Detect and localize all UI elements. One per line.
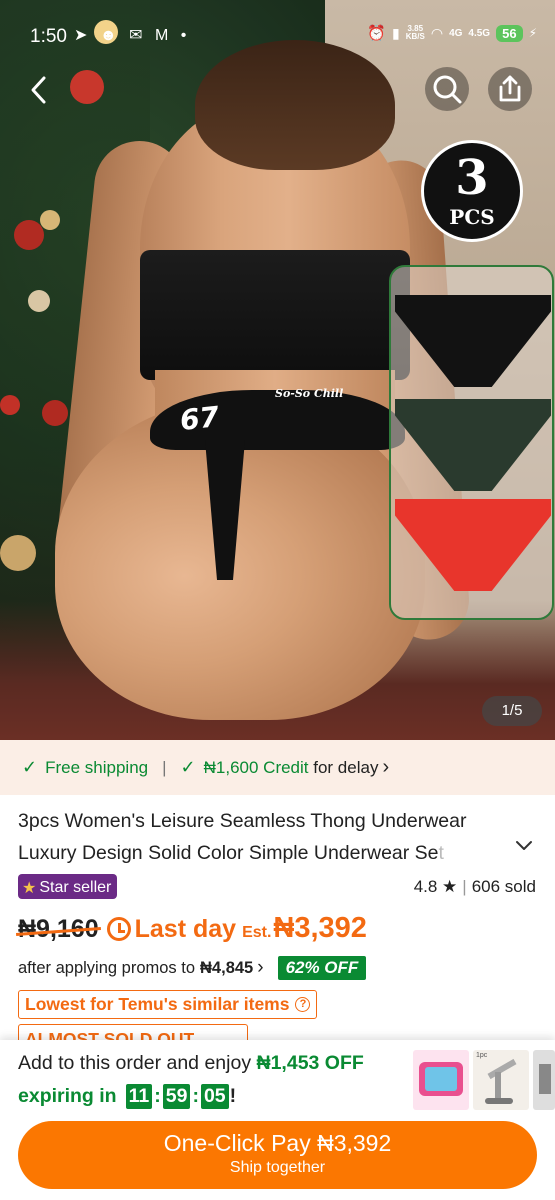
- battery-indicator: 56: [496, 24, 523, 42]
- divider: |: [162, 757, 167, 777]
- notification-icons: ➤ ☻ ✉ M •: [74, 27, 191, 44]
- share-button[interactable]: [488, 67, 532, 111]
- chevron-right-icon: ›: [257, 957, 264, 978]
- expand-title-button[interactable]: [515, 836, 533, 857]
- wifi-icon: ◠: [430, 24, 444, 41]
- bundle-thumbnails[interactable]: 1pc: [413, 1050, 555, 1114]
- bundle-countdown: expiring in 11:59:05!: [18, 1084, 237, 1109]
- est-label: Est.: [242, 924, 272, 941]
- status-time: 1:50: [30, 26, 67, 47]
- system-icons: ⏰ ▮ 3.85 KB/S ◠ 4G 4.5G 56 ⚡: [367, 24, 537, 42]
- waistband-number: 67: [178, 400, 221, 437]
- promo-row[interactable]: after applying promos to ₦4,845 › 62% OF…: [18, 956, 367, 980]
- bundle-thumb-kids-tablet[interactable]: [413, 1050, 469, 1110]
- original-price: ₦9,160: [18, 915, 99, 943]
- image-counter: 1/5: [482, 696, 542, 726]
- alarm-icon: [106, 917, 131, 941]
- question-icon: ?: [295, 997, 311, 1012]
- star-seller-badge[interactable]: ★ Star seller: [18, 874, 118, 899]
- back-button[interactable]: [24, 70, 58, 110]
- estimated-price: ₦3,392: [273, 912, 367, 944]
- almost-sold-out-tag: ALMOST SOLD OUT: [18, 1024, 248, 1040]
- alarm-status-icon: ⏰: [367, 25, 386, 42]
- divider: |: [462, 877, 467, 896]
- chevron-down-icon: [516, 841, 532, 850]
- ornament: [28, 290, 50, 312]
- product-title[interactable]: 3pcs Women's Leisure Seamless Thong Unde…: [18, 805, 518, 869]
- ornament: [0, 535, 36, 571]
- last-day-label: Last day: [134, 915, 237, 943]
- model-photo: 67 So-So Chill: [51, 40, 472, 740]
- share-icon: [499, 75, 521, 102]
- promo-price: ₦4,845: [200, 958, 254, 977]
- check-icon: ✓: [22, 757, 38, 777]
- search-button[interactable]: [425, 67, 469, 111]
- search-icon: [433, 75, 462, 104]
- net-speed: 3.85 KB/S: [405, 24, 425, 41]
- chevron-right-icon: ›: [382, 756, 390, 778]
- waistband-text: So-So Chill: [275, 387, 344, 400]
- shipping-strip[interactable]: ✓ Free shipping | ✓ ₦1,600 Credit for de…: [0, 740, 555, 795]
- price-row: ₦9,160 Last day Est. ₦3,392: [18, 912, 367, 952]
- credit-suffix: for delay: [308, 757, 379, 777]
- check-icon: ✓: [180, 757, 196, 777]
- swatch-black: [395, 295, 551, 387]
- bottom-action-bar: Add to this order and enjoy ₦1,453 OFF e…: [0, 1040, 555, 1200]
- back-icon: [31, 76, 46, 104]
- swatch-red: [395, 499, 551, 591]
- discount-badge: 62% OFF: [277, 956, 367, 980]
- rating-summary[interactable]: 4.8 ★ | 606 sold: [414, 877, 536, 897]
- signal-1: 4G: [449, 27, 463, 39]
- one-click-pay-button[interactable]: One-Click Pay ₦3,392 Ship together: [18, 1121, 537, 1189]
- star-icon: ★: [437, 877, 458, 896]
- credit-amount: ₦1,600 Credit: [203, 757, 309, 777]
- timer-seconds: 05: [200, 1084, 229, 1109]
- product-image-carousel[interactable]: 67 So-So Chill 1:50 ➤ ☻ ✉ M • ⏰ ▮ 3.85 K…: [0, 0, 555, 740]
- free-shipping-label: Free shipping: [45, 757, 149, 777]
- ornament: [0, 395, 20, 415]
- rating-value: 4.8: [413, 877, 438, 896]
- swatch-green: [395, 399, 551, 491]
- sold-count: 606 sold: [471, 877, 536, 896]
- charging-icon: ⚡: [528, 26, 537, 40]
- bundle-thumb-stand-2[interactable]: [533, 1050, 555, 1110]
- bandeau-top: [140, 250, 410, 380]
- lowest-price-tag[interactable]: Lowest for Temu's similar items ?: [18, 990, 318, 1019]
- color-variants-panel: [389, 265, 554, 620]
- signal-2: 4.5G: [468, 27, 491, 39]
- promo-text: after applying promos to: [18, 958, 196, 977]
- pack-count-badge: 3 PCS: [421, 140, 523, 242]
- vibrate-icon: ▮: [392, 24, 400, 41]
- bundle-offer-text: Add to this order and enjoy ₦1,453 OFF: [18, 1052, 364, 1074]
- timer-hours: 11: [125, 1084, 153, 1109]
- bundle-thumb-phone-stand[interactable]: 1pc: [473, 1050, 529, 1110]
- ornament: [14, 220, 44, 250]
- status-bar: 1:50 ➤ ☻ ✉ M • ⏰ ▮ 3.85 KB/S ◠ 4G 4.5G 5…: [0, 0, 555, 60]
- timer-minutes: 59: [162, 1084, 191, 1109]
- star-icon: ★: [22, 879, 37, 897]
- bundle-discount: ₦1,453 OFF: [256, 1052, 364, 1074]
